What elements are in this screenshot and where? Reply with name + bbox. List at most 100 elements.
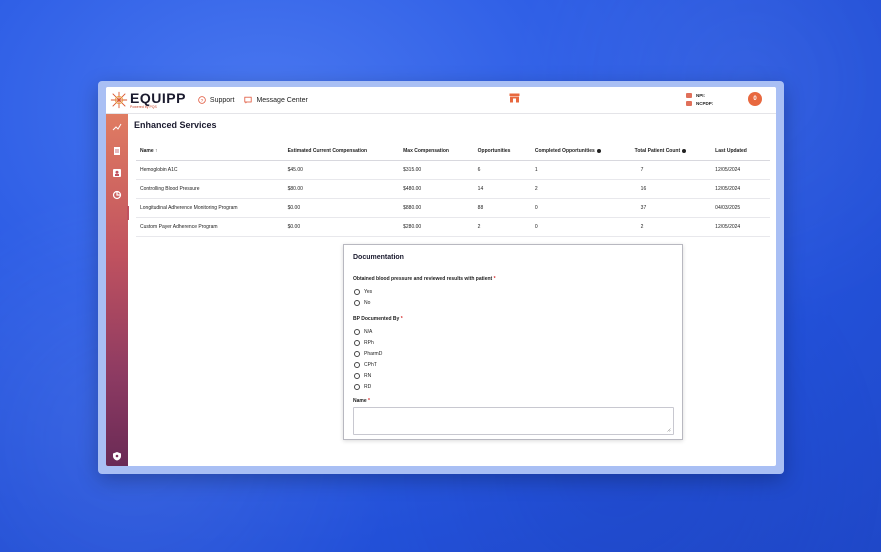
trend-chart-icon[interactable] bbox=[112, 122, 122, 132]
table-row[interactable]: Custom Payer Adherence Program $0.00 $28… bbox=[136, 217, 770, 237]
column-header-max-compensation[interactable]: Max Compensation bbox=[399, 142, 474, 161]
total-patient-count-label: Total Patient Count bbox=[634, 148, 681, 154]
cell-total: 37 bbox=[630, 198, 712, 218]
radio-circle[interactable] bbox=[354, 340, 360, 346]
radio-circle[interactable] bbox=[354, 384, 360, 390]
radio-label: RD bbox=[364, 384, 372, 390]
ncpdp-label: NCPDP: bbox=[696, 100, 714, 106]
logo-mark-icon bbox=[110, 91, 128, 109]
radio-no[interactable]: No bbox=[354, 300, 370, 306]
help-circle-icon: ? bbox=[198, 96, 206, 104]
patient-card-icon[interactable] bbox=[112, 168, 122, 178]
cell-estimated: $0.00 bbox=[283, 198, 400, 218]
question-name: Name * bbox=[353, 398, 370, 404]
cell-estimated: $0.00 bbox=[283, 217, 400, 237]
radio-circle[interactable] bbox=[354, 289, 360, 295]
cell-total: 16 bbox=[630, 179, 712, 199]
required-mark: * bbox=[400, 316, 403, 322]
cell-total: 7 bbox=[630, 160, 712, 180]
question-bp-reviewed: Obtained blood pressure and reviewed res… bbox=[353, 276, 496, 282]
cell-name: Hemoglobin A1C bbox=[136, 160, 284, 180]
radio-label: No bbox=[364, 300, 371, 306]
cell-opportunities: 88 bbox=[473, 198, 531, 218]
browser-frame: EQUIPP Powered by PQS ? Support Message … bbox=[98, 81, 784, 474]
radio-rn[interactable]: RN bbox=[354, 373, 371, 379]
column-header-total-patient-count[interactable]: Total Patient Count bbox=[630, 142, 712, 161]
radio-cpht[interactable]: CPhT bbox=[354, 362, 377, 368]
info-icon[interactable] bbox=[596, 148, 601, 153]
required-mark: * bbox=[493, 276, 496, 282]
logo-subtitle: Powered by PQS bbox=[130, 105, 157, 109]
message-center-button[interactable]: Message Center bbox=[244, 96, 308, 104]
app-window: EQUIPP Powered by PQS ? Support Message … bbox=[106, 87, 776, 466]
column-header-completed-opportunities[interactable]: Completed Opportunities bbox=[530, 142, 631, 161]
radio-circle[interactable] bbox=[354, 300, 360, 306]
radio-circle[interactable] bbox=[354, 373, 360, 379]
info-icon[interactable] bbox=[682, 148, 687, 153]
svg-text:?: ? bbox=[201, 98, 204, 104]
store-icon[interactable] bbox=[509, 93, 520, 103]
logo-name: EQUIPP bbox=[130, 90, 186, 106]
question-name-text: Name bbox=[353, 398, 367, 404]
radio-circle[interactable] bbox=[354, 329, 360, 335]
radio-rph[interactable]: RPh bbox=[354, 340, 374, 346]
column-header-name[interactable]: Name ↑ bbox=[136, 142, 284, 161]
shield-icon[interactable] bbox=[112, 451, 122, 461]
column-header-last-updated[interactable]: Last Updated bbox=[711, 142, 770, 161]
enhanced-services-table: Name ↑ Estimated Current Compensation Ma… bbox=[136, 142, 770, 237]
message-center-label: Message Center bbox=[256, 96, 308, 104]
table-header-row: Name ↑ Estimated Current Compensation Ma… bbox=[136, 142, 770, 161]
table-row[interactable]: Hemoglobin A1C $45.00 $315.00 6 1 7 12/0… bbox=[136, 160, 770, 180]
resize-handle-icon[interactable] bbox=[667, 428, 671, 432]
top-bar: EQUIPP Powered by PQS ? Support Message … bbox=[106, 87, 776, 114]
cell-max: $315.00 bbox=[399, 160, 474, 180]
column-header-estimated-compensation[interactable]: Estimated Current Compensation bbox=[283, 142, 400, 161]
radio-circle[interactable] bbox=[354, 351, 360, 357]
sidebar bbox=[106, 114, 129, 466]
message-icon bbox=[244, 96, 253, 104]
cell-last-updated: 12/05/2024 bbox=[711, 179, 770, 199]
cell-name: Longitudinal Adherence Monitoring Progra… bbox=[136, 198, 284, 218]
cell-opportunities: 2 bbox=[473, 217, 531, 237]
cell-max: $280.00 bbox=[399, 217, 474, 237]
support-label: Support bbox=[209, 96, 235, 104]
cell-max: $880.00 bbox=[399, 198, 474, 218]
cell-estimated: $45.00 bbox=[283, 160, 400, 180]
cell-completed: 0 bbox=[530, 198, 631, 218]
question-bp-documented-by-text: BP Documented By bbox=[353, 316, 400, 322]
cell-estimated: $80.00 bbox=[283, 179, 400, 199]
page-title: Enhanced Services bbox=[134, 120, 217, 130]
cell-max: $480.00 bbox=[399, 179, 474, 199]
radio-rd[interactable]: RD bbox=[354, 384, 371, 390]
radio-label: Yes bbox=[364, 289, 373, 295]
cell-last-updated: 12/05/2024 bbox=[711, 217, 770, 237]
column-header-opportunities[interactable]: Opportunities bbox=[473, 142, 531, 161]
logo[interactable]: EQUIPP Powered by PQS bbox=[110, 91, 186, 109]
support-button[interactable]: ? Support bbox=[198, 96, 235, 104]
radio-label: PharmD bbox=[364, 351, 383, 357]
modal-title: Documentation bbox=[353, 254, 404, 261]
radio-label: N/A bbox=[364, 329, 373, 335]
name-textarea[interactable] bbox=[353, 407, 674, 435]
document-icon[interactable] bbox=[112, 146, 122, 156]
npi-icon bbox=[686, 92, 692, 98]
npi-label: NPI: bbox=[696, 92, 705, 98]
cell-opportunities: 6 bbox=[473, 160, 531, 180]
avatar[interactable]: 0 bbox=[748, 92, 762, 106]
radio-label: RN bbox=[364, 373, 372, 379]
question-bp-documented-by: BP Documented By * bbox=[353, 316, 403, 322]
enhanced-services-icon[interactable] bbox=[112, 190, 122, 200]
provider-info: NPI: NCPDP: bbox=[686, 91, 713, 107]
ncpdp-icon bbox=[686, 100, 692, 106]
documentation-modal: Documentation Obtained blood pressure an… bbox=[343, 244, 683, 440]
cell-completed: 0 bbox=[530, 217, 631, 237]
table-row[interactable]: Longitudinal Adherence Monitoring Progra… bbox=[136, 198, 770, 218]
cell-last-updated: 04/03/2025 bbox=[711, 198, 770, 218]
radio-pharmd[interactable]: PharmD bbox=[354, 351, 382, 357]
radio-circle[interactable] bbox=[354, 362, 360, 368]
radio-yes[interactable]: Yes bbox=[354, 289, 372, 295]
cell-total: 2 bbox=[630, 217, 712, 237]
radio-na[interactable]: N/A bbox=[354, 329, 372, 335]
table-row[interactable]: Controlling Blood Pressure $80.00 $480.0… bbox=[136, 179, 770, 199]
cell-name: Controlling Blood Pressure bbox=[136, 179, 284, 199]
